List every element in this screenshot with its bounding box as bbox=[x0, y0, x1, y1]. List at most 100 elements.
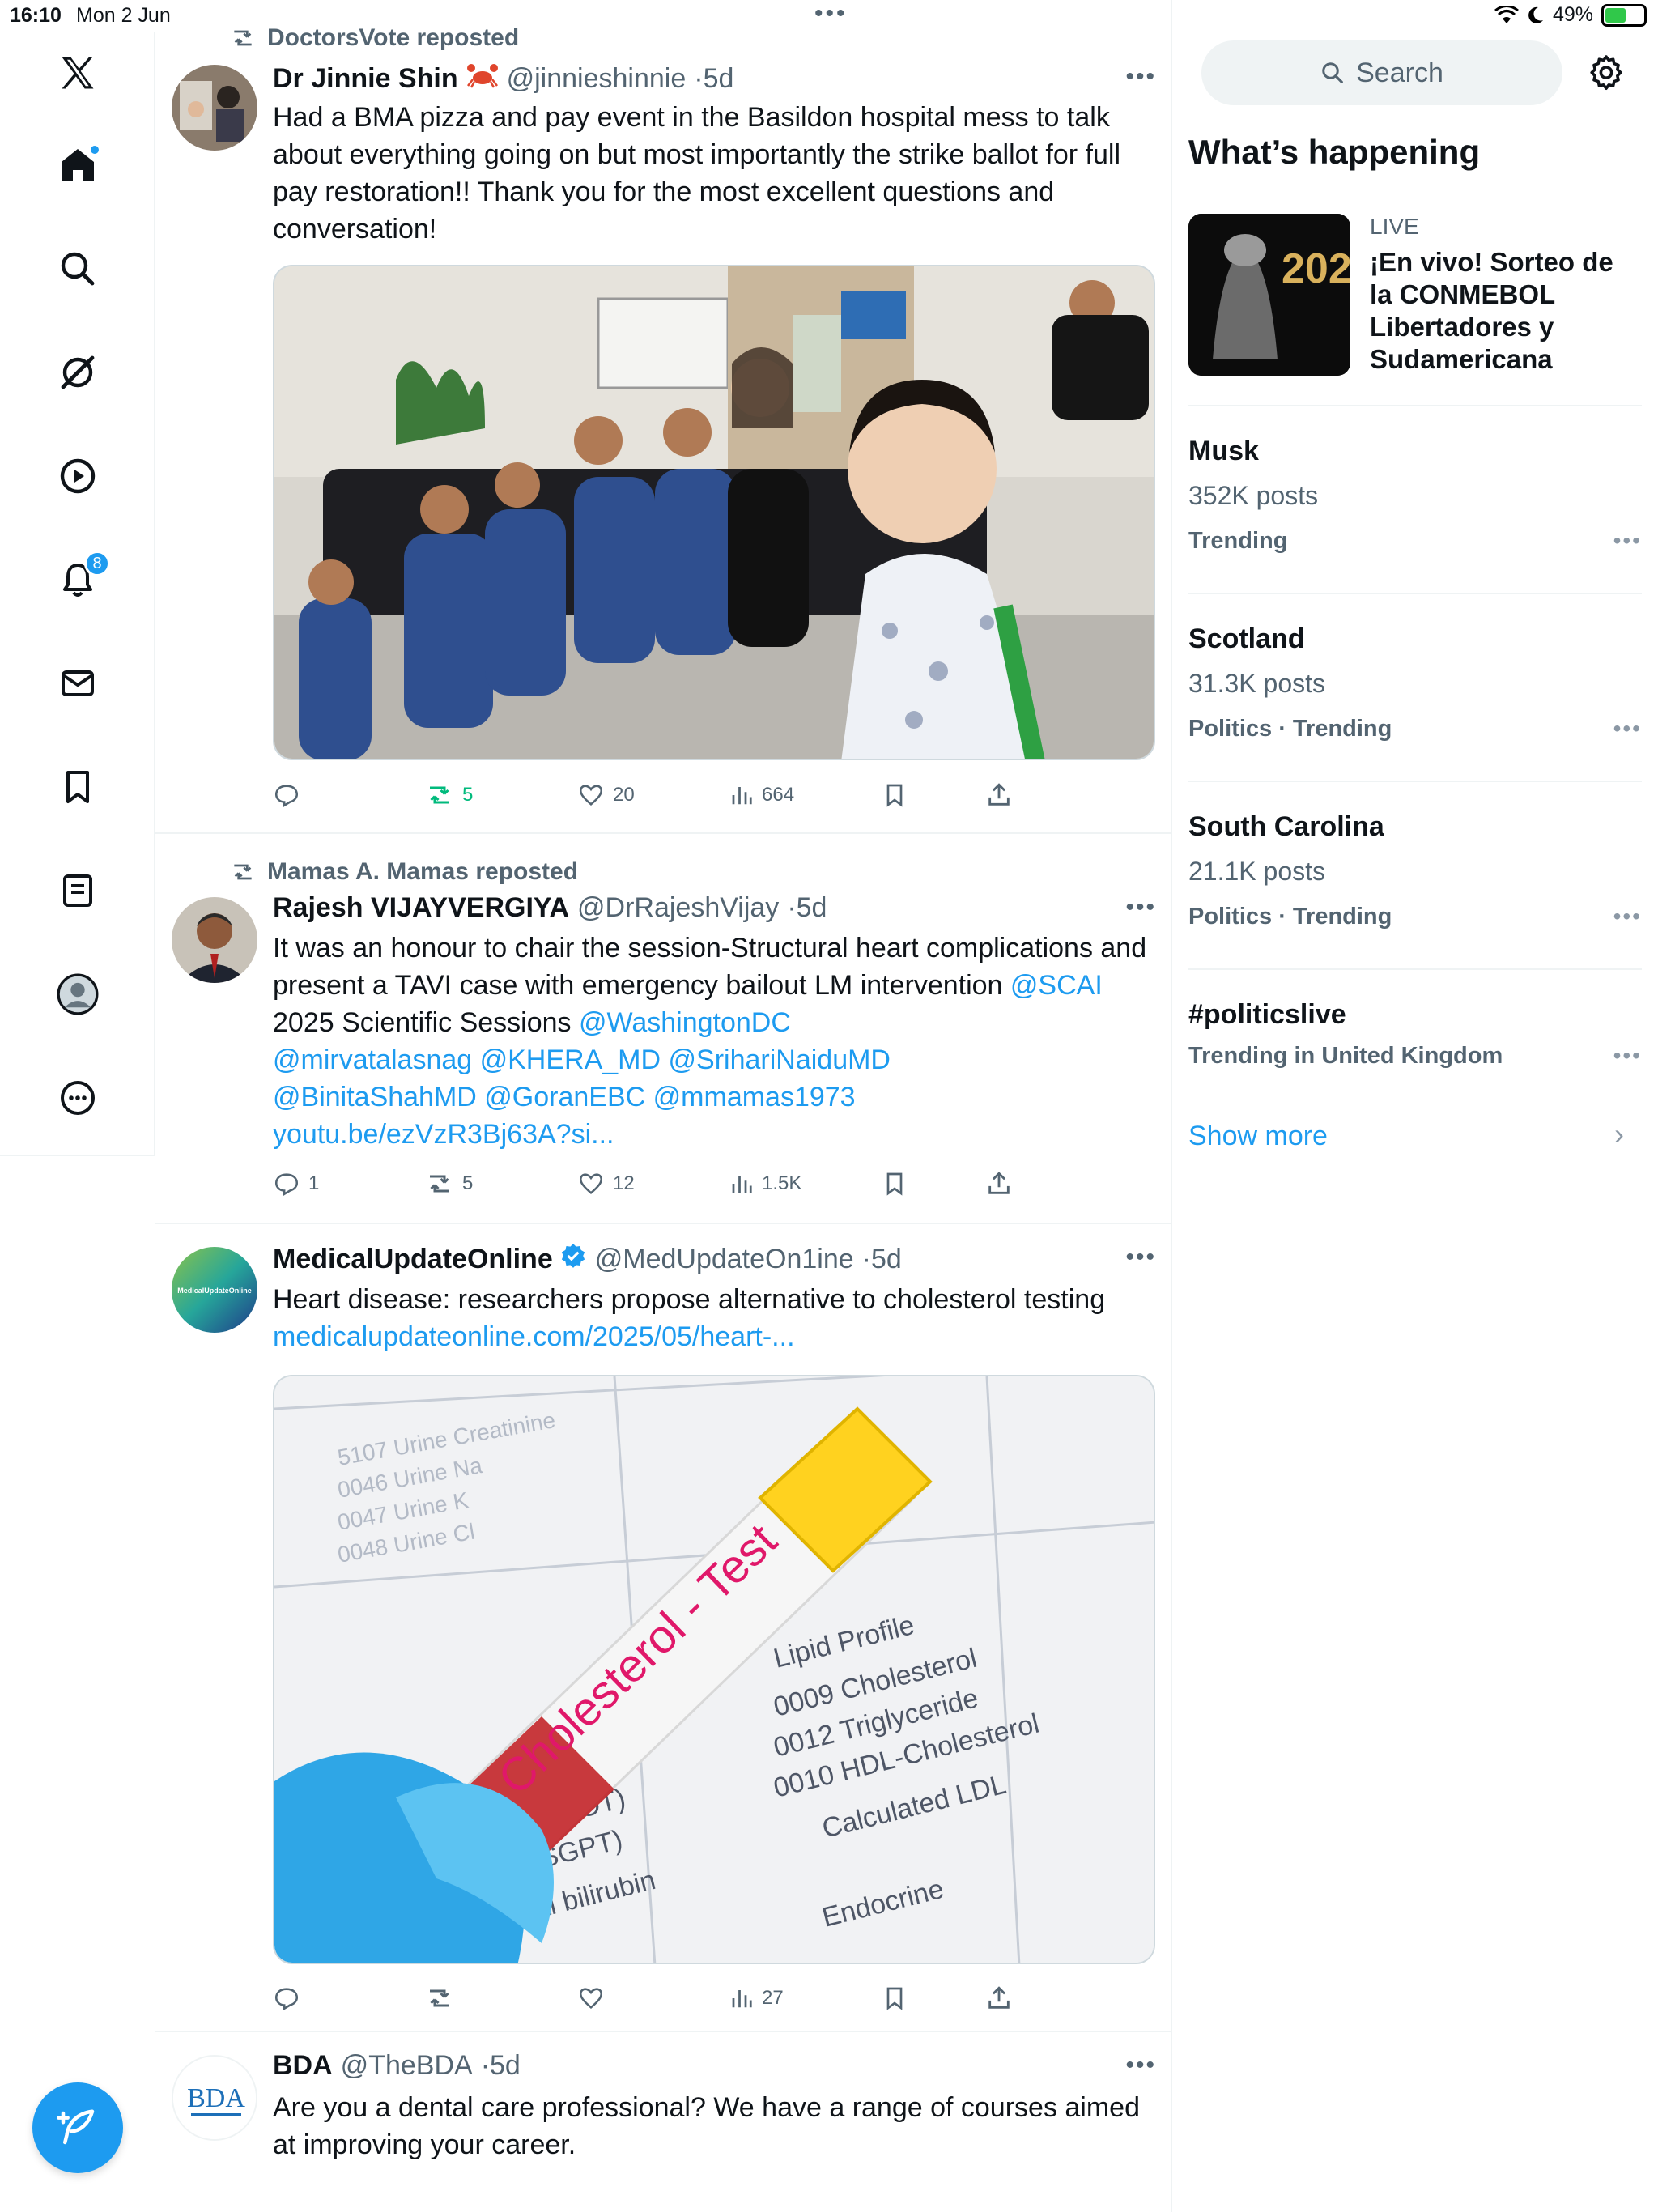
bookmarks-icon[interactable] bbox=[53, 763, 102, 811]
trend-name: Musk bbox=[1188, 436, 1259, 466]
repost-button[interactable]: 5 bbox=[425, 779, 473, 811]
bookmark-icon bbox=[886, 1987, 903, 2010]
live-event-card[interactable]: 202 LIVE ¡En vivo! Sorteo de la CONMEBOL… bbox=[1188, 214, 1642, 408]
trend-category: Trending bbox=[1188, 528, 1288, 554]
status-time: 16:10 bbox=[10, 4, 62, 27]
post[interactable]: Mamas A. Mamas reposted Rajesh VIJAYVERG… bbox=[155, 834, 1171, 1224]
trend-name: Scotland bbox=[1188, 623, 1305, 654]
views-button[interactable]: 664 bbox=[729, 779, 794, 811]
author-name[interactable]: Rajesh VIJAYVERGIYA bbox=[273, 892, 569, 924]
trend-more-icon[interactable]: ••• bbox=[1613, 528, 1642, 554]
chevron-right-icon[interactable]: › bbox=[1614, 1117, 1624, 1151]
avatar-logo-text: BDA bbox=[187, 2083, 245, 2113]
search-icon[interactable] bbox=[53, 245, 102, 293]
post[interactable]: MedicalUpdateOnline MedicalUpdateOnline … bbox=[155, 1224, 1171, 2032]
post-actions: 27 bbox=[273, 1982, 1082, 2014]
x-logo-icon[interactable] bbox=[53, 49, 102, 97]
repost-button[interactable]: 5 bbox=[425, 1168, 473, 1200]
show-more-link[interactable]: Show more bbox=[1188, 1121, 1328, 1152]
trend-item[interactable]: #politicslive Trending in United Kingdom… bbox=[1188, 968, 1642, 1098]
video-play-icon[interactable] bbox=[53, 452, 102, 500]
author-name[interactable]: BDA bbox=[273, 2050, 333, 2082]
trend-category: Politics · Trending bbox=[1188, 716, 1392, 742]
post-more-icon[interactable]: ••• bbox=[1125, 1244, 1156, 1271]
trend-name: South Carolina bbox=[1188, 811, 1384, 842]
mention-links[interactable]: @mirvatalasnag @KHERA_MD @SrihariNaiduMD bbox=[273, 1044, 891, 1075]
reply-icon bbox=[274, 1988, 299, 2011]
reply-button[interactable] bbox=[273, 779, 308, 811]
like-button[interactable]: 20 bbox=[577, 779, 635, 811]
trend-item[interactable]: Scotland 31.3K posts Politics · Trending… bbox=[1188, 593, 1642, 781]
more-options-icon[interactable] bbox=[53, 1074, 102, 1122]
battery-percentage: 49% bbox=[1552, 3, 1593, 26]
trend-more-icon[interactable]: ••• bbox=[1613, 904, 1642, 929]
views-button[interactable]: 1.5K bbox=[729, 1168, 801, 1200]
views-count: 664 bbox=[762, 784, 795, 806]
repost-button[interactable] bbox=[425, 1982, 462, 2014]
trend-more-icon[interactable]: ••• bbox=[1613, 1043, 1642, 1069]
compose-post-button[interactable] bbox=[32, 2082, 123, 2173]
post-time[interactable]: 5d bbox=[704, 63, 734, 95]
post-image[interactable]: 5107 Urine Creatinine 0046 Urine Na 0047… bbox=[273, 1375, 1155, 1964]
post-more-icon[interactable]: ••• bbox=[1125, 2052, 1156, 2079]
notifications-bell-icon[interactable]: 8 bbox=[53, 551, 110, 604]
avatar[interactable]: MedicalUpdateOnline bbox=[172, 1247, 257, 1333]
post[interactable]: BDA BDA @TheBDA · 5d ••• Are you a denta… bbox=[155, 2032, 1171, 2212]
repost-attribution[interactable]: DoctorsVote reposted bbox=[267, 24, 519, 52]
like-count: 12 bbox=[613, 1172, 635, 1194]
post-more-icon[interactable]: ••• bbox=[1125, 894, 1156, 921]
author-name[interactable]: Dr Jinnie Shin bbox=[273, 63, 458, 95]
share-icon bbox=[988, 783, 1010, 806]
lists-icon[interactable] bbox=[53, 866, 102, 915]
mention-links[interactable]: @BinitaShahMD @GoranEBC @mmamas1973 bbox=[273, 1082, 856, 1112]
bookmark-button[interactable] bbox=[882, 779, 908, 811]
reply-icon bbox=[274, 785, 299, 808]
post-time[interactable]: 5d bbox=[490, 2050, 521, 2082]
author-handle[interactable]: @TheBDA bbox=[341, 2050, 473, 2082]
share-button[interactable] bbox=[985, 1982, 1013, 2014]
mention-link[interactable]: @SCAI bbox=[1010, 970, 1103, 1001]
trend-more-icon[interactable]: ••• bbox=[1613, 716, 1642, 742]
author-handle[interactable]: @MedUpdateOn1ine bbox=[595, 1244, 854, 1275]
author-handle[interactable]: @DrRajeshVijay bbox=[577, 892, 779, 924]
avatar[interactable] bbox=[172, 65, 257, 151]
crab-emoji-icon bbox=[466, 62, 499, 96]
reply-button[interactable] bbox=[273, 1982, 308, 2014]
bookmark-button[interactable] bbox=[882, 1168, 908, 1200]
messages-envelope-icon[interactable] bbox=[53, 659, 102, 708]
author-handle[interactable]: @jinnieshinnie bbox=[507, 63, 687, 95]
views-button[interactable]: 27 bbox=[729, 1982, 784, 2014]
avatar[interactable] bbox=[172, 897, 257, 983]
repost-icon bbox=[234, 30, 252, 46]
like-button[interactable]: 12 bbox=[577, 1168, 635, 1200]
post-more-icon[interactable]: ••• bbox=[1125, 63, 1156, 91]
home-icon[interactable] bbox=[53, 141, 102, 189]
author-name[interactable]: MedicalUpdateOnline bbox=[273, 1244, 553, 1275]
profile-avatar-icon[interactable] bbox=[53, 970, 102, 1019]
reply-count: 1 bbox=[308, 1172, 320, 1194]
like-button[interactable] bbox=[577, 1982, 613, 2014]
mention-link[interactable]: @WashingtonDC bbox=[579, 1007, 791, 1038]
trend-item[interactable]: Musk 352K posts Trending ••• bbox=[1188, 405, 1642, 593]
trend-item[interactable]: South Carolina 21.1K posts Politics · Tr… bbox=[1188, 781, 1642, 968]
external-link[interactable]: youtu.be/ezVzR3Bj63A?si... bbox=[273, 1119, 614, 1150]
share-button[interactable] bbox=[985, 1168, 1013, 1200]
external-link[interactable]: medicalupdateonline.com/2025/05/heart-..… bbox=[273, 1321, 795, 1352]
trend-name: #politicslive bbox=[1188, 999, 1346, 1030]
post-time[interactable]: 5d bbox=[871, 1244, 902, 1275]
search-input[interactable]: Search bbox=[1201, 40, 1562, 105]
post-actions: 5 20 664 bbox=[273, 779, 1082, 811]
grok-icon[interactable] bbox=[53, 348, 102, 397]
repost-attribution[interactable]: Mamas A. Mamas reposted bbox=[267, 858, 578, 886]
avatar[interactable]: BDA bbox=[172, 2055, 257, 2141]
trend-post-count: 352K posts bbox=[1188, 481, 1319, 510]
post-image[interactable] bbox=[273, 265, 1155, 760]
reply-button[interactable]: 1 bbox=[273, 1168, 319, 1200]
post-text: Heart disease: researchers propose alter… bbox=[273, 1284, 1106, 1315]
share-button[interactable] bbox=[985, 779, 1013, 811]
trend-post-count: 21.1K posts bbox=[1188, 857, 1325, 886]
post[interactable]: DoctorsVote reposted Dr Jinnie Shin @jin… bbox=[155, 0, 1171, 834]
settings-gear-icon[interactable] bbox=[1587, 53, 1626, 96]
bookmark-button[interactable] bbox=[882, 1982, 908, 2014]
post-time[interactable]: 5d bbox=[797, 892, 827, 924]
